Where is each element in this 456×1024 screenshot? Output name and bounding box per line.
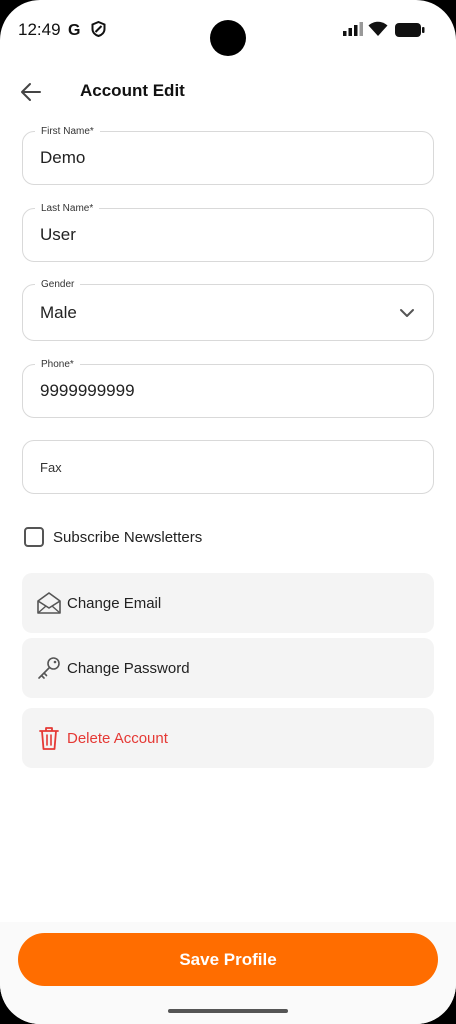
last-name-value[interactable]: User (40, 209, 400, 261)
signal-icon (343, 22, 363, 41)
delete-account-button[interactable]: Delete Account (22, 708, 434, 768)
camera-cutout (210, 20, 246, 56)
first-name-field[interactable]: First Name* Demo (22, 125, 434, 185)
envelope-open-icon (36, 590, 62, 616)
trash-icon (36, 725, 62, 751)
newsletter-checkbox-row[interactable]: Subscribe Newsletters (24, 526, 202, 548)
status-bar: 12:49 G (0, 0, 456, 62)
back-button[interactable] (18, 79, 44, 105)
gender-value: Male (40, 302, 77, 322)
fax-placeholder[interactable]: Fax (40, 441, 400, 493)
google-g-icon: G (67, 21, 83, 42)
first-name-value[interactable]: Demo (40, 132, 400, 184)
key-icon (36, 655, 62, 681)
fax-field[interactable]: Fax (22, 440, 434, 494)
last-name-field[interactable]: Last Name* User (22, 202, 434, 262)
change-password-label: Change Password (67, 659, 190, 677)
newsletter-checkbox[interactable] (24, 527, 44, 547)
change-email-button[interactable]: Change Email (22, 573, 434, 633)
status-time: 12:49 (18, 20, 61, 39)
newsletter-label: Subscribe Newsletters (53, 528, 203, 546)
save-profile-button[interactable]: Save Profile (18, 933, 438, 986)
chevron-down-icon (400, 309, 414, 317)
phone-field[interactable]: Phone* 9999999999 (22, 358, 434, 418)
wifi-icon (368, 21, 388, 42)
home-indicator[interactable] (168, 1009, 288, 1013)
gender-select[interactable]: Gender Male (22, 278, 434, 341)
app-header: Account Edit (0, 70, 456, 112)
change-password-button[interactable]: Change Password (22, 638, 434, 698)
page-title: Account Edit (80, 81, 185, 100)
shield-icon (91, 20, 106, 42)
phone-value[interactable]: 9999999999 (40, 365, 400, 417)
delete-account-label: Delete Account (67, 729, 168, 747)
svg-text:G: G (68, 22, 80, 37)
battery-icon (395, 23, 425, 42)
phone-screen: 12:49 G Account Edit First Name* Demo La… (0, 0, 456, 1024)
change-email-label: Change Email (67, 594, 162, 612)
arrow-left-icon (21, 83, 41, 101)
